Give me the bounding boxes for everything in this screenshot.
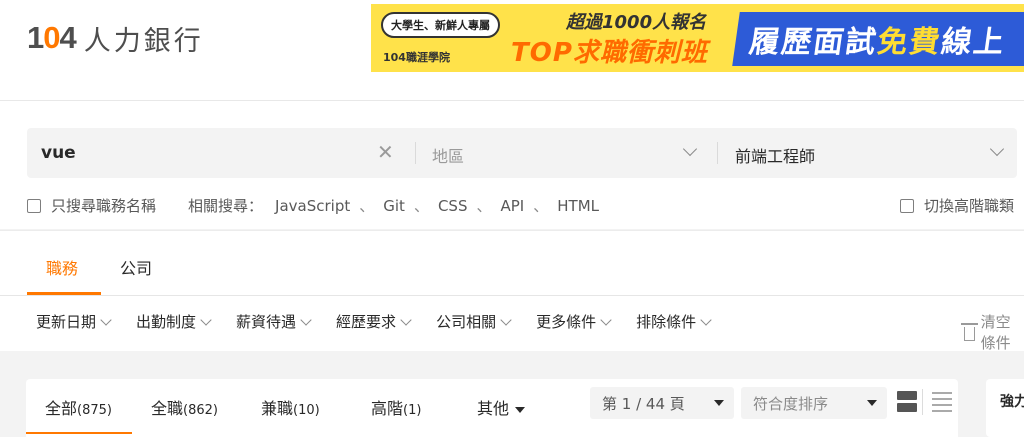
separator-dot: 、 (359, 197, 375, 215)
banner-blue-highlight: 免費 (875, 25, 944, 60)
chevron-down-icon (700, 313, 712, 326)
area-select[interactable]: 地區 (432, 143, 464, 167)
advanced-checkbox[interactable] (900, 198, 914, 213)
filter-label: 公司相關 (436, 313, 497, 331)
tab-jobs[interactable]: 職務 (46, 255, 78, 279)
page-select[interactable]: 第 1 / 44 頁 (590, 387, 734, 419)
chevron-down-icon (600, 313, 612, 326)
logo-text: 人力銀行 (83, 25, 204, 57)
filter-bar: 更新日期 出勤制度 薪資待遇 經歷要求 公司相關 更多條件 排除條件 (36, 311, 736, 332)
ad-banner[interactable]: 大學生、新鮮人專屬 104職涯學院 超過1000人報名 TOP求職衝刺班 履歷面… (371, 4, 1024, 72)
related-search-link[interactable]: HTML (557, 197, 599, 215)
compact-view-icon[interactable] (932, 392, 952, 412)
result-tab-count: (875) (77, 403, 112, 418)
banner-blue-a: 履歷面試 (747, 25, 880, 60)
logo-number: 104 (27, 20, 77, 55)
clear-filters-button[interactable]: 清空條件 (961, 311, 1024, 353)
result-tab-senior[interactable]: 高階(1) (371, 395, 421, 419)
search-section: vue ✕ 地區 前端工程師 只搜尋職務名稱 相關搜尋： JavaScript 、… (0, 101, 1024, 229)
tab-company[interactable]: 公司 (120, 255, 152, 279)
chevron-down-icon (300, 313, 312, 326)
filter-experience[interactable]: 經歷要求 (336, 311, 412, 332)
caret-down-icon (515, 406, 526, 413)
result-tab-label: 全部 (45, 399, 78, 418)
result-tab-label: 兼職 (261, 399, 294, 418)
keyword-input[interactable]: vue (41, 143, 76, 163)
filter-label: 排除條件 (636, 313, 697, 331)
advanced-label[interactable]: 切換高階職類 (924, 195, 1014, 216)
filter-more[interactable]: 更多條件 (536, 311, 612, 332)
job-category-chevron-down-icon[interactable] (989, 141, 1005, 157)
site-header: 104 人力銀行 大學生、新鮮人專屬 104職涯學院 超過1000人報名 TOP… (0, 0, 1024, 101)
area-chevron-down-icon[interactable] (682, 141, 698, 157)
side-card-title: 強力 (1000, 394, 1024, 410)
banner-blue-b: 線上 (939, 25, 1008, 60)
result-tab-count: (862) (183, 403, 218, 418)
banner-blue-text: 履歷面試 免費 線上 (732, 12, 1024, 66)
search-bar: vue ✕ 地區 前端工程師 (27, 128, 1017, 178)
result-tab-all[interactable]: 全部(875) (45, 395, 112, 419)
logo[interactable]: 104 人力銀行 (27, 18, 204, 58)
caret-down-icon (714, 400, 724, 406)
filter-work-schedule[interactable]: 出勤制度 (136, 311, 212, 332)
only-title-label[interactable]: 只搜尋職務名稱 (51, 195, 156, 216)
sort-select[interactable]: 符合度排序 (741, 387, 887, 419)
banner-tag: 大學生、新鮮人專屬 (381, 12, 500, 38)
banner-main: TOP求職衝刺班 (511, 38, 708, 68)
separator-dot: 、 (476, 197, 492, 215)
related-search-link[interactable]: API (501, 197, 525, 215)
sort-select-value: 符合度排序 (753, 394, 829, 413)
separator-dot: 、 (413, 197, 429, 215)
side-card: 強力 (986, 379, 1024, 437)
chevron-down-icon (100, 313, 112, 326)
separator-dot: 、 (533, 197, 549, 215)
tabs-filters-section: 職務 公司 更新日期 出勤制度 薪資待遇 經歷要求 公司相關 更多條件 排除條件… (0, 230, 1024, 353)
filter-company[interactable]: 公司相關 (436, 311, 512, 332)
filter-label: 更多條件 (536, 313, 597, 331)
filter-label: 更新日期 (36, 313, 97, 331)
related-search-link[interactable]: JavaScript (275, 197, 350, 215)
result-tab-label: 高階 (371, 399, 404, 418)
filter-label: 薪資待遇 (236, 313, 297, 331)
result-tab-other[interactable]: 其他 (477, 395, 526, 419)
filter-label: 出勤制度 (136, 313, 197, 331)
trash-icon (961, 323, 978, 341)
filter-exclude[interactable]: 排除條件 (636, 311, 712, 332)
result-tab-label: 全職 (151, 399, 184, 418)
filter-salary[interactable]: 薪資待遇 (236, 311, 312, 332)
list-view-icon[interactable] (897, 391, 917, 413)
only-title-checkbox[interactable] (27, 198, 41, 213)
result-tab-label: 其他 (477, 399, 510, 418)
clear-keyword-icon[interactable]: ✕ (377, 140, 394, 164)
job-category-select[interactable]: 前端工程師 (735, 143, 815, 167)
chevron-down-icon (400, 313, 412, 326)
advanced-category-toggle[interactable]: 切換高階職類 (900, 195, 1014, 216)
related-search-link[interactable]: Git (383, 197, 405, 215)
related-search-label: 相關搜尋： (188, 197, 264, 215)
active-result-tab-indicator (26, 432, 132, 434)
result-tab-fulltime[interactable]: 全職(862) (151, 395, 218, 419)
chevron-down-icon (200, 313, 212, 326)
divider (922, 389, 923, 415)
result-tab-parttime[interactable]: 兼職(10) (261, 395, 320, 419)
banner-org: 104職涯學院 (383, 51, 450, 64)
banner-sub: 超過1000人報名 (566, 12, 707, 33)
result-tab-count: (1) (403, 403, 422, 418)
filter-label: 經歷要求 (336, 313, 397, 331)
search-options: 只搜尋職務名稱 相關搜尋： JavaScript 、 Git 、 CSS 、 API 、… (27, 195, 599, 216)
result-tab-count: (10) (293, 403, 320, 418)
caret-down-icon (867, 400, 877, 406)
page-select-value: 第 1 / 44 頁 (602, 394, 685, 413)
divider (0, 295, 1024, 296)
chevron-down-icon (500, 313, 512, 326)
results-toolbar: 全部(875) 全職(862) 兼職(10) 高階(1) 其他 第 1 / 44… (26, 379, 958, 437)
divider (717, 142, 718, 164)
divider (415, 142, 416, 164)
filter-update-date[interactable]: 更新日期 (36, 311, 112, 332)
related-search-link[interactable]: CSS (438, 197, 468, 215)
clear-filters-label: 清空條件 (980, 313, 1011, 352)
